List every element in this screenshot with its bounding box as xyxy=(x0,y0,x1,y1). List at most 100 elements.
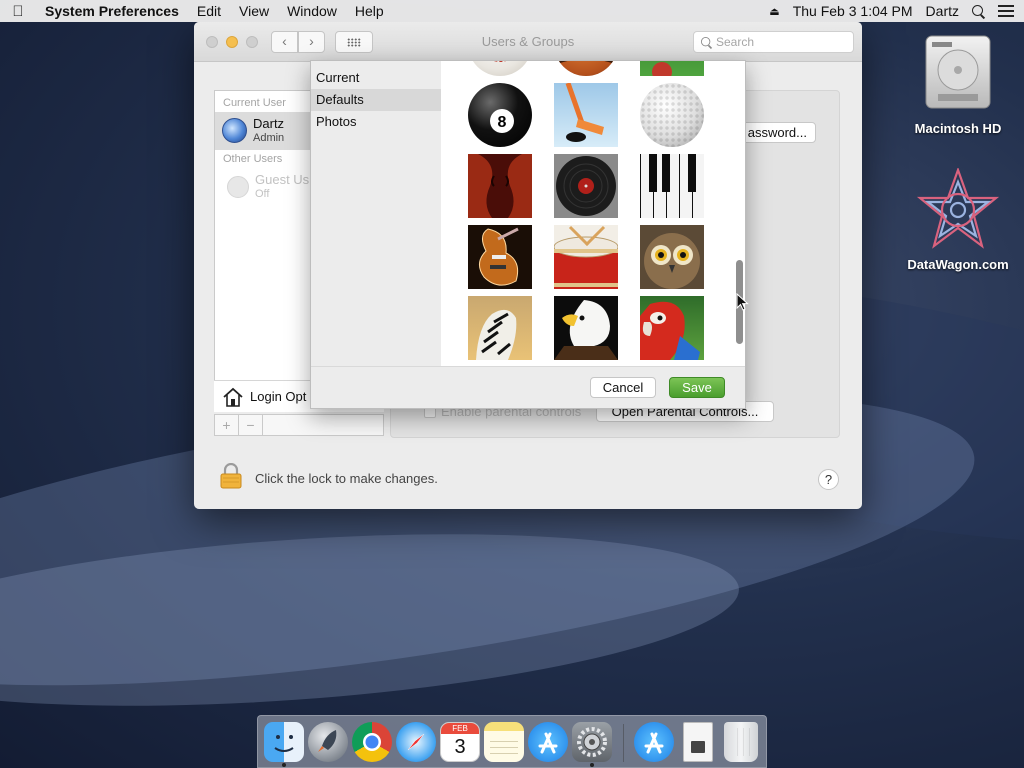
search-field[interactable] xyxy=(693,31,854,53)
hockey-stick-icon xyxy=(565,83,604,142)
system-preferences-icon[interactable] xyxy=(572,722,612,762)
calendar-icon[interactable]: FEB 3 xyxy=(440,722,480,762)
zebra-icon xyxy=(476,309,517,360)
picture-violin[interactable] xyxy=(468,154,532,218)
menu-view[interactable]: View xyxy=(230,3,278,19)
sheet-footer: Cancel Save xyxy=(311,366,745,408)
trash-ribs xyxy=(732,728,750,756)
picture-golf-ball[interactable] xyxy=(640,83,704,147)
document-icon[interactable] xyxy=(683,722,713,762)
hard-drive-icon xyxy=(925,35,991,109)
lock-icon[interactable] xyxy=(220,463,242,489)
house-icon xyxy=(223,387,243,407)
picture-eagle[interactable] xyxy=(554,296,618,360)
piano-keys-icon xyxy=(640,154,704,218)
picture-basketball[interactable] xyxy=(554,61,618,76)
dock-separator xyxy=(623,724,624,762)
window-titlebar[interactable]: ‹ › Users & Groups xyxy=(194,22,862,62)
basketball-icon xyxy=(554,61,618,65)
source-current[interactable]: Current xyxy=(311,67,441,89)
disk-image-glyph xyxy=(691,741,705,753)
finder-icon[interactable] xyxy=(264,722,304,762)
calendar-day: 3 xyxy=(454,736,466,758)
minimize-button[interactable] xyxy=(226,36,238,48)
desktop-icon-label: DataWagon.com xyxy=(907,257,1009,272)
forward-button[interactable]: › xyxy=(298,31,325,53)
eight-ball-icon: 8 xyxy=(490,109,514,133)
spotlight-search-icon[interactable] xyxy=(972,4,985,18)
picture-soccer-field[interactable] xyxy=(640,61,704,76)
lock-message: Click the lock to make changes. xyxy=(255,471,438,486)
show-all-button[interactable] xyxy=(335,31,373,53)
owl-icon xyxy=(644,233,700,289)
menu-clock[interactable]: Thu Feb 3 1:04 PM xyxy=(793,3,913,19)
picture-parrot[interactable] xyxy=(640,296,704,360)
picture-drum[interactable] xyxy=(554,225,618,289)
picture-baseball[interactable] xyxy=(468,61,532,76)
dock: FEB 3 xyxy=(257,715,767,768)
user-name: Guest Us xyxy=(255,172,310,187)
save-button[interactable]: Save xyxy=(669,377,725,398)
app-store-glyph xyxy=(644,732,664,754)
picture-record[interactable] xyxy=(554,154,618,218)
notes-lines xyxy=(490,736,518,754)
grid-icon xyxy=(347,37,361,47)
running-indicator xyxy=(282,763,286,767)
close-button[interactable] xyxy=(206,36,218,48)
user-list-toolbar: + − xyxy=(214,414,384,436)
app-store-downloads-icon[interactable] xyxy=(634,722,674,762)
apple-menu-icon[interactable]:  xyxy=(0,3,36,20)
launchpad-icon[interactable] xyxy=(308,722,348,762)
menu-user[interactable]: Dartz xyxy=(926,3,959,19)
desktop-icon-datawagon[interactable]: DataWagon.com xyxy=(898,166,1018,272)
desktop-icon-macintosh-hd[interactable]: Macintosh HD xyxy=(898,32,1018,136)
picture-owl[interactable] xyxy=(640,225,704,289)
picture-grid: 8 xyxy=(441,61,745,366)
source-defaults[interactable]: Defaults xyxy=(311,89,441,111)
picture-8-ball[interactable]: 8 xyxy=(468,83,532,147)
remove-user-button[interactable]: − xyxy=(239,415,263,435)
baseball-icon xyxy=(494,61,506,62)
violin-icon xyxy=(468,154,532,218)
eight-ball-number: 8 xyxy=(498,114,507,131)
picture-zebra[interactable] xyxy=(468,296,532,360)
change-password-button[interactable]: assword... xyxy=(734,122,816,143)
menu-help[interactable]: Help xyxy=(346,3,393,19)
picture-piano-keys[interactable] xyxy=(640,154,704,218)
finder-face xyxy=(274,735,294,752)
drum-icon xyxy=(554,225,618,289)
picture-guitar[interactable] xyxy=(468,225,532,289)
search-icon xyxy=(700,36,712,48)
picture-hockey-stick[interactable] xyxy=(554,83,618,147)
menu-window[interactable]: Window xyxy=(278,3,346,19)
parrot-icon xyxy=(640,301,700,360)
add-user-button[interactable]: + xyxy=(215,415,239,435)
zoom-button[interactable] xyxy=(246,36,258,48)
chrome-icon[interactable] xyxy=(352,722,392,762)
back-button[interactable]: ‹ xyxy=(271,31,298,53)
other-users-header: Other Users xyxy=(223,153,283,165)
picture-source-list: Current Defaults Photos xyxy=(311,61,441,366)
guitar-icon xyxy=(479,227,519,286)
help-button[interactable]: ? xyxy=(818,469,839,490)
calendar-month: FEB xyxy=(441,723,479,734)
eagle-icon xyxy=(554,300,618,360)
source-photos[interactable]: Photos xyxy=(311,111,441,133)
avatar xyxy=(222,118,247,143)
notification-center-icon[interactable] xyxy=(998,5,1014,17)
search-input[interactable] xyxy=(716,34,846,50)
login-options-label: Login Opt xyxy=(250,389,307,404)
running-indicator xyxy=(590,763,594,767)
menu-edit[interactable]: Edit xyxy=(188,3,230,19)
guest-avatar-icon xyxy=(227,176,249,198)
eject-icon[interactable]: ⏏ xyxy=(769,5,779,18)
notes-icon[interactable] xyxy=(484,722,524,762)
menu-app-name[interactable]: System Preferences xyxy=(36,3,188,19)
user-name: Dartz xyxy=(253,116,285,131)
user-status: Off xyxy=(255,188,270,200)
trash-icon[interactable] xyxy=(724,722,758,762)
app-store-icon[interactable] xyxy=(528,722,568,762)
golf-dimples xyxy=(640,83,704,147)
cancel-button[interactable]: Cancel xyxy=(590,377,656,398)
safari-icon[interactable] xyxy=(396,722,436,762)
